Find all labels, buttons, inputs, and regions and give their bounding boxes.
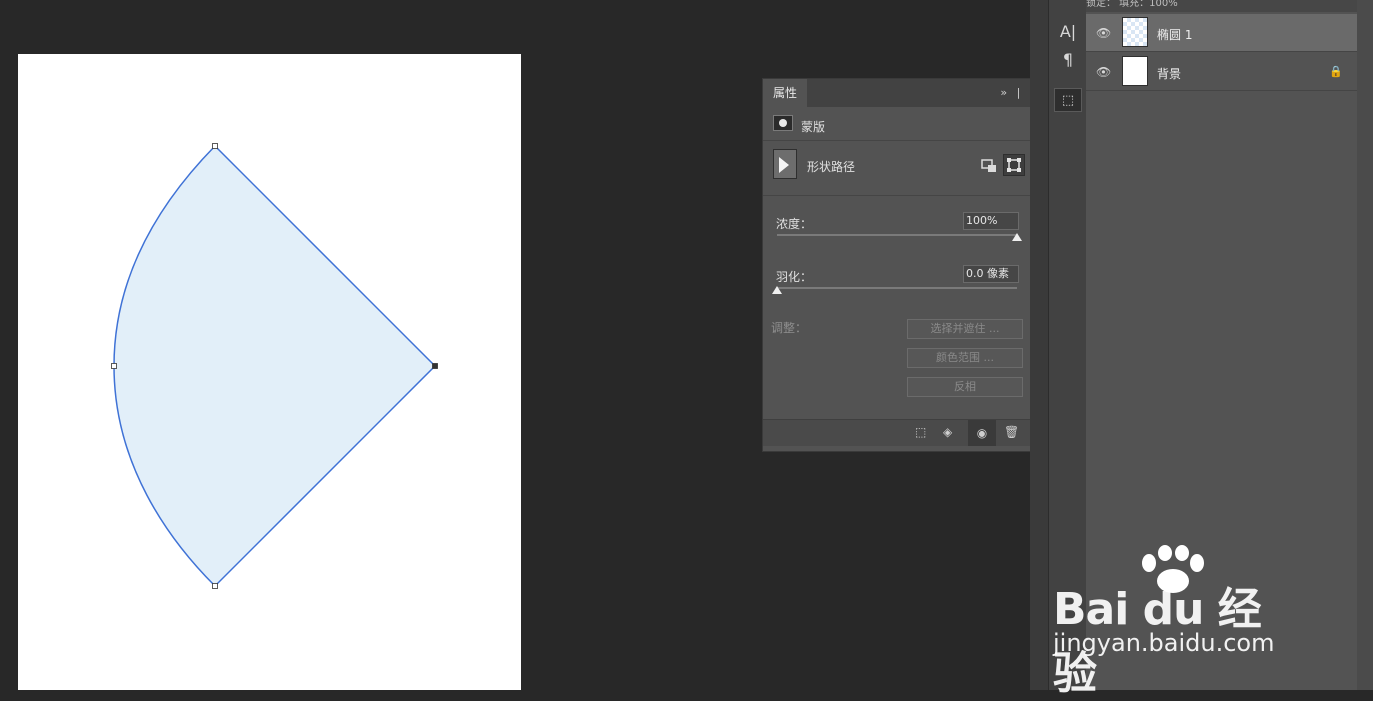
layer-name[interactable]: 椭圆 1 bbox=[1157, 26, 1192, 43]
double-chevron-right-icon[interactable]: » bbox=[1000, 86, 1007, 99]
layer-thumbnail[interactable] bbox=[1122, 56, 1148, 86]
3d-cube-icon[interactable]: ⬚ bbox=[1054, 88, 1082, 112]
shape-path-label: 形状路径 bbox=[807, 160, 856, 174]
visibility-eye-icon[interactable]: ◉ bbox=[968, 420, 996, 446]
baidu-watermark: Bai du 经验 jingyan.baidu.com bbox=[1053, 545, 1303, 699]
density-input[interactable]: 100% bbox=[963, 212, 1019, 230]
layer-name[interactable]: 背景 bbox=[1157, 65, 1181, 82]
density-slider-track[interactable] bbox=[777, 234, 1017, 236]
eye-icon[interactable]: 👁 bbox=[1096, 65, 1111, 79]
canvas-svg bbox=[111, 143, 438, 589]
anchor-point-right[interactable] bbox=[432, 363, 438, 369]
character-icon[interactable]: A| bbox=[1054, 20, 1082, 44]
lock-icon[interactable]: 🔒 bbox=[1329, 65, 1343, 78]
layer-row-ellipse[interactable]: 👁 椭圆 1 bbox=[1086, 14, 1357, 52]
feather-label: 羽化： bbox=[776, 270, 813, 284]
color-range-button[interactable]: 颜色范围 ... bbox=[907, 348, 1023, 368]
feather-slider-track[interactable] bbox=[777, 287, 1017, 289]
anchor-point-bottom[interactable] bbox=[212, 583, 218, 589]
paragraph-icon[interactable]: ¶ bbox=[1054, 48, 1082, 72]
feather-input[interactable]: 0.0 像素 bbox=[963, 265, 1019, 283]
mask-label: 蒙版 bbox=[801, 120, 826, 134]
tab-properties[interactable]: 属性 bbox=[763, 79, 807, 107]
layers-options-bar: 锁定： 填充：100% bbox=[1086, 0, 1373, 12]
properties-tabbar: 属性 » | ≡ bbox=[763, 79, 1045, 107]
adjust-label: 调整： bbox=[771, 321, 808, 335]
properties-footer: ⬚ ◈ ◉ 🗑 bbox=[763, 419, 1045, 446]
select-and-mask-button[interactable]: 选择并遮住 ... bbox=[907, 319, 1023, 339]
layers-scrollbar[interactable] bbox=[1357, 0, 1373, 690]
density-slider-thumb[interactable] bbox=[1012, 233, 1022, 241]
load-selection-icon[interactable]: ⬚ bbox=[915, 425, 926, 439]
properties-panel: 属性 » | ≡ 蒙版 形状路径 浓度： 100% 羽化： 0.0 像素 调整：… bbox=[762, 78, 1046, 452]
anchor-point-top[interactable] bbox=[212, 143, 218, 149]
layer-thumbnail[interactable] bbox=[1122, 17, 1148, 47]
shape-ellipse-sector[interactable] bbox=[113, 144, 437, 588]
panel-dock-edge bbox=[1030, 0, 1048, 690]
eye-icon[interactable]: 👁 bbox=[1096, 26, 1111, 40]
anchor-point-left[interactable] bbox=[111, 363, 117, 369]
path-selection-icon[interactable] bbox=[1003, 154, 1025, 176]
invert-button[interactable]: 反相 bbox=[907, 377, 1023, 397]
feather-slider-thumb[interactable] bbox=[772, 286, 782, 294]
apply-mask-icon[interactable]: ◈ bbox=[943, 425, 952, 439]
add-mask-icon[interactable] bbox=[979, 156, 999, 176]
shape-path-row[interactable]: 形状路径 bbox=[763, 142, 1045, 196]
mask-row[interactable]: 蒙版 bbox=[763, 109, 1045, 141]
layer-row-background[interactable]: 👁 背景 🔒 bbox=[1086, 53, 1357, 91]
pixel-mask-icon[interactable] bbox=[773, 115, 793, 131]
watermark-url: jingyan.baidu.com bbox=[1053, 629, 1275, 657]
document-canvas[interactable] bbox=[18, 54, 521, 690]
trash-icon[interactable]: 🗑 bbox=[1004, 425, 1019, 439]
divider: | bbox=[1016, 86, 1021, 99]
density-label: 浓度： bbox=[776, 217, 813, 231]
vector-mask-thumbnail[interactable] bbox=[773, 149, 797, 179]
